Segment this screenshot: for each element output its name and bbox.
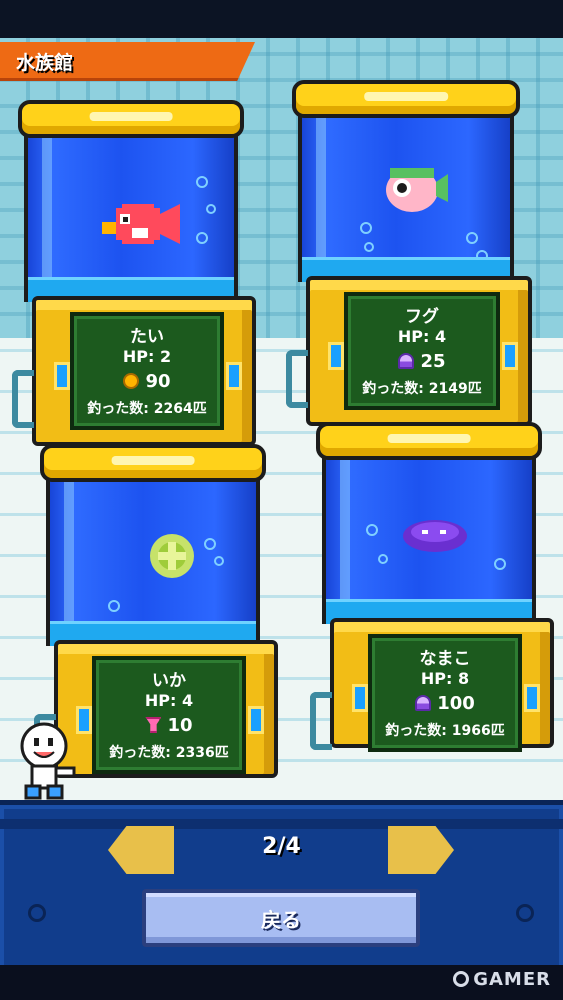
tank-glass [24, 132, 238, 302]
fugu-fish-icon [386, 168, 448, 212]
screw-icon [28, 904, 46, 922]
back-button[interactable]: 戻る [142, 889, 420, 947]
page-indicator: 2/4 [262, 834, 301, 859]
namako-sea-cucumber-icon [403, 520, 467, 552]
tank-namako[interactable]: なまこ HP: 8 100 釣った数: 1966匹 [310, 422, 554, 756]
tank-tai[interactable]: たい HP: 2 90 釣った数: 2264匹 [12, 100, 256, 446]
screw-icon [516, 904, 534, 922]
jellyfish-icon [398, 353, 415, 369]
fish-hp: HP: 8 [420, 669, 470, 688]
tank-info-plate: なまこ HP: 8 100 釣った数: 1966匹 [368, 634, 522, 752]
fish-hp: HP: 2 [122, 347, 172, 366]
fish-name: なまこ [419, 649, 471, 669]
gamer-logo-icon [453, 971, 470, 987]
panel-trim [0, 819, 563, 829]
tank-glass [322, 454, 536, 624]
fish-cost: 25 [348, 351, 496, 372]
tank-lid [316, 422, 542, 460]
fish-name: いか [152, 671, 186, 691]
tank-info-plate: フグ HP: 4 25 釣った数: 2149匹 [344, 292, 500, 410]
fish-hp: HP: 4 [397, 327, 447, 346]
tai-fish-icon [102, 204, 180, 244]
fish-cost: 90 [74, 371, 220, 392]
fish-cost: 10 [96, 715, 242, 736]
tank-handle [286, 350, 308, 408]
fish-catch-count: 釣った数: 2149匹 [362, 381, 482, 397]
tank-lid [18, 100, 244, 138]
tank-info-plate: たい HP: 2 90 釣った数: 2264匹 [70, 312, 224, 430]
page-title: 水族館 [16, 52, 74, 74]
tank-info-plate: いか HP: 4 10 釣った数: 2336匹 [92, 656, 246, 774]
fish-cost: 100 [372, 693, 518, 714]
fish-cost-value: 100 [437, 693, 475, 714]
ika-squid-icon [150, 534, 194, 578]
title-bar: 水族館 [0, 42, 255, 81]
top-strip [0, 0, 563, 38]
aquarium-screen: 水族館 たい HP: 2 90 釣った数: 2264匹 フグ HP: 4 25 … [0, 0, 563, 1000]
tank-glass [46, 476, 260, 646]
tank-fugu[interactable]: フグ HP: 4 25 釣った数: 2149匹 [286, 80, 532, 426]
fish-cost-value: 25 [420, 351, 446, 372]
coin-icon [123, 373, 140, 389]
fish-catch-count: 釣った数: 1966匹 [385, 723, 505, 739]
fish-name: フグ [405, 307, 439, 327]
fish-catch-count: 釣った数: 2264匹 [87, 401, 207, 417]
fish-cost-value: 10 [167, 715, 193, 736]
back-button-label: 戻る [261, 907, 301, 932]
jellyfish-icon [415, 695, 432, 711]
fish-name: たい [130, 327, 164, 347]
tank-lid [40, 444, 266, 482]
tank-handle [12, 370, 34, 428]
tank-glass [298, 112, 514, 282]
fish-catch-count: 釣った数: 2336匹 [109, 745, 229, 761]
shell-icon [145, 717, 162, 733]
fish-hp: HP: 4 [144, 691, 194, 710]
watermark-text: GAMER [473, 969, 551, 990]
tank-handle [310, 692, 332, 750]
watermark: GAMER [453, 969, 551, 990]
mascot-character [20, 722, 76, 800]
fish-cost-value: 90 [145, 371, 171, 392]
tank-lid [292, 80, 520, 118]
